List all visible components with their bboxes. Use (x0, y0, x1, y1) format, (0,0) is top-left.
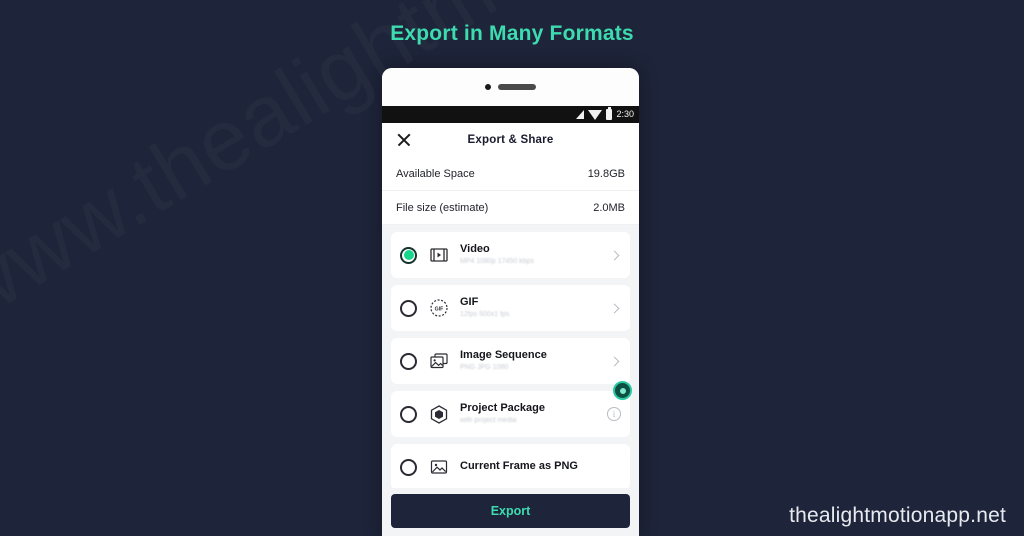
available-space-label: Available Space (396, 167, 475, 180)
file-size-label: File size (estimate) (396, 201, 489, 214)
radio-video[interactable] (400, 246, 417, 264)
image-stack-icon (429, 351, 449, 371)
battery-icon (606, 107, 613, 120)
chevron-right-icon[interactable] (609, 356, 620, 366)
page-title: Export in Many Formats (390, 22, 634, 45)
file-size-value: 2.0MB (593, 201, 625, 214)
radio-gif[interactable] (400, 299, 417, 317)
format-text-gif: GIF 12fps 500x1 fps (460, 296, 611, 321)
format-option-image-sequence[interactable]: Image Sequence PNG JPG 1080 (391, 338, 630, 384)
radio-project-package[interactable] (400, 405, 417, 423)
format-title-gif: GIF (460, 295, 479, 308)
radio-image-sequence[interactable] (400, 352, 417, 370)
export-button[interactable]: Export (391, 494, 630, 528)
app-title: Export & Share (467, 134, 554, 146)
info-row-file-size: File size (estimate) 2.0MB (382, 191, 639, 225)
format-subtitle-image-sequence: PNG JPG 1080 (460, 364, 509, 372)
info-row-available-space: Available Space 19.8GB (382, 157, 639, 191)
corner-watermark: thealightmotionapp.net (789, 504, 1006, 527)
app-header: Export & Share (382, 123, 639, 157)
export-button-container: Export (382, 488, 639, 536)
format-title-current-frame-png: Current Frame as PNG (460, 460, 578, 473)
format-option-gif[interactable]: GIF GIF 12fps 500x1 fps (391, 285, 630, 331)
gif-icon: GIF (429, 298, 449, 318)
phone-top-bezel (382, 68, 639, 106)
status-bar: 2:30 (382, 106, 639, 123)
format-title-image-sequence: Image Sequence (460, 348, 547, 361)
available-space-value: 19.8GB (587, 167, 625, 180)
package-hexagon-icon (429, 404, 449, 424)
front-camera-icon (485, 84, 491, 90)
format-subtitle-gif: 12fps 500x1 fps (460, 311, 510, 319)
video-film-icon (429, 245, 449, 265)
wifi-icon (588, 109, 603, 120)
picture-icon (429, 457, 449, 477)
format-text-image-sequence: Image Sequence PNG JPG 1080 (460, 349, 611, 374)
tap-indicator (613, 381, 632, 400)
format-text-current-frame-png: Current Frame as PNG (460, 460, 621, 474)
earpiece-speaker-icon (498, 84, 536, 90)
format-title-video: Video (460, 242, 490, 255)
format-option-current-frame-png[interactable]: Current Frame as PNG (391, 444, 630, 488)
signal-icon (576, 110, 585, 119)
format-text-video: Video MP4 1080p 17450 kbps (460, 243, 611, 268)
svg-text:GIF: GIF (435, 306, 444, 312)
radio-current-frame-png[interactable] (400, 458, 417, 476)
status-bar-clock: 2:30 (616, 109, 634, 119)
phone-mockup: 2:30 Export & Share Available Space 19.8… (382, 68, 639, 536)
chevron-right-icon[interactable] (609, 250, 620, 260)
format-list: Video MP4 1080p 17450 kbps GIF GIF 12fps… (382, 225, 639, 488)
format-subtitle-project-package: with project media (460, 417, 517, 425)
format-subtitle-video: MP4 1080p 17450 kbps (460, 258, 534, 266)
info-icon[interactable]: i (607, 407, 621, 421)
format-option-video[interactable]: Video MP4 1080p 17450 kbps (391, 232, 630, 278)
chevron-right-icon[interactable] (609, 303, 620, 313)
format-option-project-package[interactable]: Project Package with project media i (391, 381, 632, 437)
format-text-project-package: Project Package with project media (460, 402, 607, 427)
format-title-project-package: Project Package (460, 401, 545, 414)
